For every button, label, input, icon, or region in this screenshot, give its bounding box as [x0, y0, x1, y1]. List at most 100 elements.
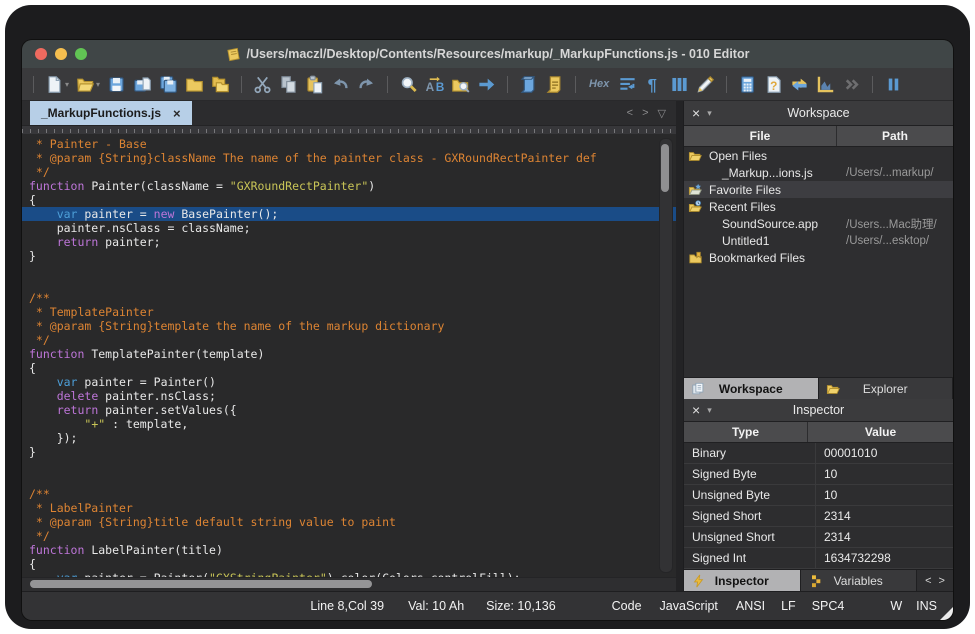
workspace-close-icon[interactable]: × [692, 106, 700, 120]
inspector-close-icon[interactable]: × [692, 403, 700, 417]
template-results-button[interactable] [544, 74, 565, 95]
run-template-button[interactable] [518, 74, 539, 95]
replace-button[interactable]: AB [424, 74, 445, 95]
traffic-lights [35, 48, 87, 60]
find-button[interactable] [398, 74, 419, 95]
minimize-window-button[interactable] [55, 48, 67, 60]
open-file-button[interactable]: ▾ [75, 74, 101, 95]
check-syntax-button[interactable]: ? [763, 74, 784, 95]
more-tools-icon [842, 75, 861, 94]
save-as-button[interactable] [132, 74, 153, 95]
tab-close-icon[interactable]: × [173, 107, 181, 120]
find-in-files-button[interactable] [450, 74, 471, 95]
horizontal-scrollbar[interactable] [22, 577, 676, 591]
workspace-row-open-files[interactable]: Open Files [684, 147, 953, 164]
toolbar-separator [387, 76, 388, 93]
syntax-highlight-icon [696, 75, 715, 94]
workspace-row-untitled1[interactable]: Untitled1/Users/...esktop/ [684, 232, 953, 249]
code-line: { [29, 361, 676, 375]
code-segment: new [154, 207, 175, 221]
compare-files-button[interactable] [789, 74, 810, 95]
paste-button[interactable] [304, 74, 325, 95]
code-editor[interactable]: * Painter - Base * @param {String}classN… [22, 134, 676, 577]
copy-button[interactable] [278, 74, 299, 95]
code-segment: /** [29, 291, 50, 305]
tab-workspace[interactable]: Workspace [684, 378, 819, 399]
show-whitespace-button[interactable]: ¶ [643, 74, 664, 95]
column-type[interactable]: Type [684, 422, 807, 442]
resize-grip[interactable] [940, 607, 953, 620]
status-insert-mode: INS [916, 599, 937, 613]
panel-splitter[interactable] [676, 101, 683, 591]
workspace-row--markup-ions-js[interactable]: _Markup...ions.js/Users/...markup/ [684, 164, 953, 181]
tab-variables[interactable]: Variables [801, 570, 918, 591]
inspector-row-signed-byte[interactable]: Signed Byte10 [684, 464, 953, 485]
inspector-menu-caret-icon[interactable]: ▾ [707, 405, 712, 416]
column-path[interactable]: Path [837, 126, 953, 146]
document-icon [226, 47, 241, 62]
tab-inspector[interactable]: Inspector [684, 570, 801, 591]
workspace-row-soundsource-app[interactable]: SoundSource.app/Users...Mac助理/ [684, 215, 953, 232]
tab-markupfunctions[interactable]: _MarkupFunctions.js × [30, 101, 192, 125]
redo-button[interactable] [356, 74, 377, 95]
syntax-highlight-button[interactable] [695, 74, 716, 95]
code-segment: LabelPainter(title) [84, 543, 222, 557]
goto-button[interactable] [476, 74, 497, 95]
inspector-row-unsigned-byte[interactable]: Unsigned Byte10 [684, 485, 953, 506]
toolbar-separator [507, 76, 508, 93]
code-segment: BasePainter(); [174, 207, 278, 221]
column-mode-button[interactable] [669, 74, 690, 95]
screenshot-frame: /Users/maczl/Desktop/Contents/Resources/… [5, 5, 970, 629]
code-segment: } [29, 445, 36, 459]
inspector-row-signed-int[interactable]: Signed Int1634732298 [684, 548, 953, 569]
calculator-button[interactable] [737, 74, 758, 95]
column-file[interactable]: File [684, 126, 836, 146]
next-tab-icon[interactable]: > [642, 107, 648, 119]
cut-button[interactable] [252, 74, 273, 95]
workspace-row-bookmarked-files[interactable]: Bookmarked Files [684, 249, 953, 266]
code-segment: * LabelPainter [29, 501, 133, 515]
toolbar-separator [241, 76, 242, 93]
save-icon [107, 75, 126, 94]
horizontal-scrollbar-thumb[interactable] [30, 580, 372, 588]
pause-button[interactable] [883, 74, 904, 95]
workspace-menu-caret-icon[interactable]: ▾ [707, 108, 712, 119]
more-tools-button[interactable] [841, 74, 862, 95]
paste-icon [305, 75, 324, 94]
save-all-button[interactable] [158, 74, 179, 95]
inspector-row-signed-short[interactable]: Signed Short2314 [684, 506, 953, 527]
vertical-scrollbar-thumb[interactable] [661, 144, 669, 192]
save-button[interactable] [106, 74, 127, 95]
inspector-value: 1634732298 [815, 548, 953, 568]
code-segment: function [29, 179, 84, 193]
scroll-tabs-right-icon[interactable]: > [939, 575, 945, 587]
column-value[interactable]: Value [808, 422, 953, 442]
edit-as-hex-button[interactable]: Hex [586, 77, 612, 91]
scroll-tabs-left-icon[interactable]: < [925, 575, 931, 587]
vertical-scrollbar[interactable] [659, 138, 673, 573]
prev-tab-icon[interactable]: < [627, 107, 633, 119]
undo-button[interactable] [330, 74, 351, 95]
close-window-button[interactable] [35, 48, 47, 60]
new-file-button[interactable]: ▾ [44, 74, 70, 95]
workspace-tree: Open Files_Markup...ions.js/Users/...mar… [684, 147, 953, 266]
tab-explorer[interactable]: Explorer [819, 378, 954, 399]
open-folder-button[interactable] [184, 74, 205, 95]
open-file-icon [76, 75, 95, 94]
workspace-row-recent-files[interactable]: Recent Files [684, 198, 953, 215]
code-segment: painter = Painter() [77, 375, 215, 389]
inspector-row-binary[interactable]: Binary00001010 [684, 443, 953, 464]
word-wrap-button[interactable] [617, 74, 638, 95]
inspector-row-unsigned-short[interactable]: Unsigned Short2314 [684, 527, 953, 548]
workspace-item-label: Open Files [709, 149, 767, 163]
tab-list-icon[interactable]: ▽ [658, 107, 666, 120]
zoom-window-button[interactable] [75, 48, 87, 60]
pause-icon [884, 75, 903, 94]
workspace-row-favorite-files[interactable]: Favorite Files [684, 181, 953, 198]
code-segment: "+" [84, 417, 105, 431]
calculator-icon [738, 75, 757, 94]
histogram-button[interactable] [815, 74, 836, 95]
open-folders-button[interactable] [210, 74, 231, 95]
code-segment: painter.nsClass; [98, 389, 216, 403]
tab-label: _MarkupFunctions.js [41, 106, 161, 120]
